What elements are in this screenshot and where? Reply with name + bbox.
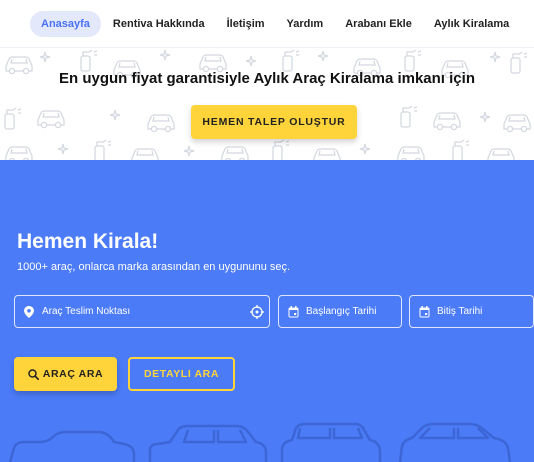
- promo-banner: En uygun fiyat garantisiyle Aylık Araç K…: [0, 48, 534, 160]
- nav-item-rentiva-hakkinda[interactable]: Rentiva Hakkında: [113, 18, 205, 30]
- end-date-field[interactable]: Bitiş Tarihi: [409, 295, 534, 328]
- crosshair-icon[interactable]: [250, 305, 264, 319]
- search-car-label: ARAÇ ARA: [42, 368, 104, 380]
- nav-item-anasayfa[interactable]: Anasayfa: [30, 10, 101, 37]
- nav-item-arabani-ekle[interactable]: Arabanı Ekle: [345, 18, 412, 30]
- car-silhouettes: [8, 422, 512, 462]
- pickup-location-field[interactable]: Araç Teslim Noktası: [14, 295, 270, 328]
- hero-subtitle: 1000+ araç, onlarca marka arasından en u…: [17, 261, 291, 273]
- request-button[interactable]: HEMEN TALEP OLUŞTUR: [191, 105, 357, 139]
- top-nav: Anasayfa Rentiva Hakkında İletişim Yardı…: [0, 0, 534, 48]
- search-icon: [28, 368, 39, 380]
- promo-text: En uygun fiyat garantisiyle Aylık Araç K…: [59, 70, 475, 87]
- end-date-placeholder: Bitiş Tarihi: [437, 306, 483, 317]
- background-pattern: [4, 49, 531, 160]
- nav-item-iletisim[interactable]: İletişim: [227, 18, 265, 30]
- search-hero: Hemen Kirala! 1000+ araç, onlarca marka …: [0, 160, 534, 462]
- location-pin-icon: [23, 305, 35, 318]
- search-car-button[interactable]: ARAÇ ARA: [14, 357, 117, 391]
- start-date-placeholder: Başlangıç Tarihi: [306, 306, 377, 317]
- nav-item-aylik-kiralama[interactable]: Aylık Kiralama: [434, 18, 509, 30]
- pickup-location-placeholder: Araç Teslim Noktası: [42, 306, 131, 317]
- detailed-search-button[interactable]: DETAYLI ARA: [128, 357, 235, 391]
- calendar-icon: [287, 305, 299, 318]
- nav-item-yardim[interactable]: Yardım: [287, 18, 324, 30]
- calendar-icon: [418, 305, 430, 318]
- hero-title: Hemen Kirala!: [17, 230, 159, 253]
- start-date-field[interactable]: Başlangıç Tarihi: [278, 295, 402, 328]
